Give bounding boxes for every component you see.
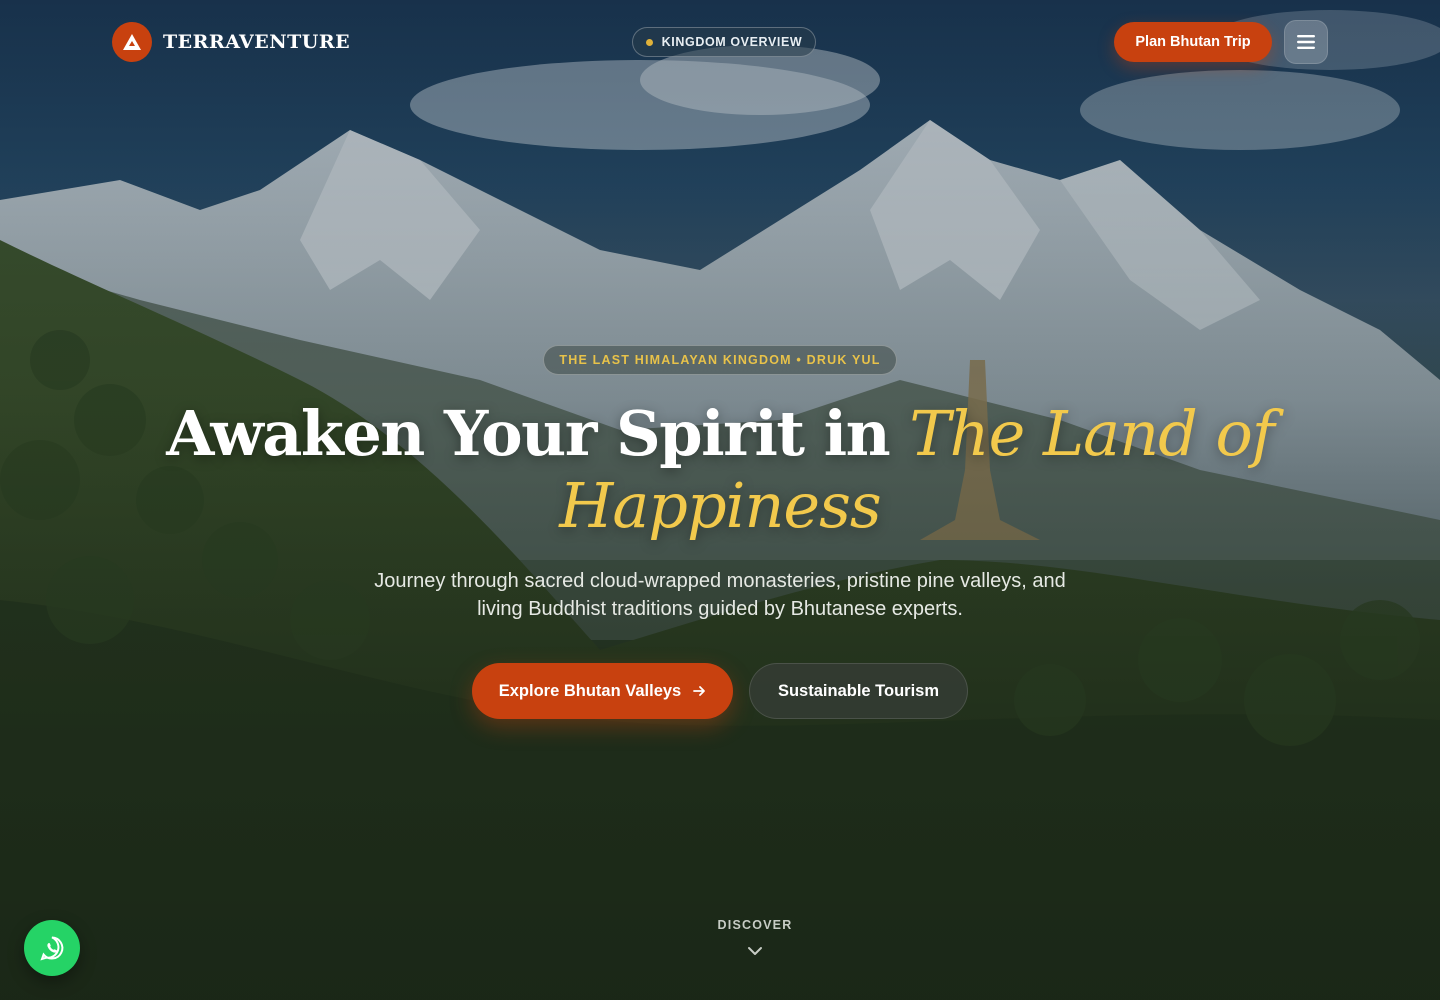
plan-trip-button[interactable]: Plan Bhutan Trip: [1114, 22, 1272, 62]
hamburger-icon: [1297, 35, 1315, 49]
hero-title: Awaken Your Spirit in The Land of Happin…: [120, 398, 1320, 542]
discover-scroll-label[interactable]: DISCOVER: [695, 918, 815, 932]
menu-button[interactable]: [1284, 20, 1328, 64]
kingdom-overview-pill[interactable]: KINGDOM OVERVIEW: [632, 27, 816, 57]
whatsapp-icon: [40, 936, 64, 961]
explore-valleys-label: Explore Bhutan Valleys: [498, 681, 682, 700]
kingdom-overview-label: KINGDOM OVERVIEW: [661, 35, 803, 49]
brand-logo[interactable]: TERRAVENTURE: [112, 22, 350, 62]
hero-eyebrow-badge: THE LAST HIMALAYAN KINGDOM • DRUK YUL: [543, 345, 897, 375]
hero-title-plain: Awaken Your Spirit in: [166, 397, 910, 470]
arrow-right-icon: [693, 686, 706, 696]
brand-name: TERRAVENTURE: [163, 31, 351, 53]
whatsapp-button[interactable]: [24, 920, 80, 976]
hero-subtitle: Journey through sacred cloud-wrapped mon…: [374, 570, 1066, 620]
sustainable-tourism-button[interactable]: Sustainable Tourism: [749, 663, 968, 719]
mountain-icon: [112, 22, 152, 62]
explore-valleys-button[interactable]: Explore Bhutan Valleys: [472, 663, 733, 719]
chevron-down-icon[interactable]: [747, 946, 763, 956]
status-dot-icon: [645, 38, 653, 46]
